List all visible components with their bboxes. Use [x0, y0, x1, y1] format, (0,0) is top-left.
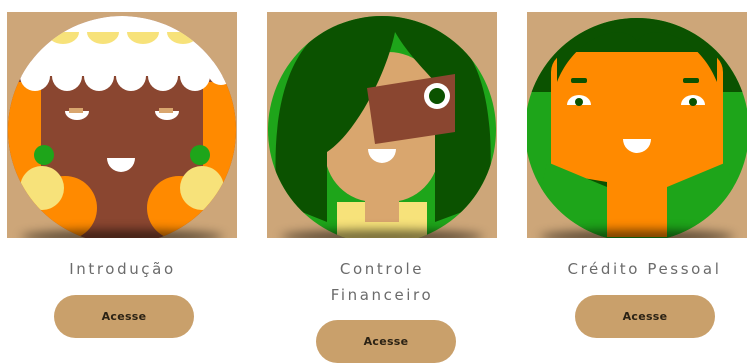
card-title: Crédito Pessoal — [567, 260, 722, 278]
avatar-thumbnail[interactable] — [7, 12, 237, 238]
acesse-button[interactable]: Acesse — [54, 295, 194, 338]
woman-with-green-hair-icon — [527, 12, 747, 238]
card-title: Controle Financeiro — [330, 260, 434, 304]
course-card-introducao: Introdução Acesse — [0, 0, 245, 363]
avatar-thumbnail[interactable] — [527, 12, 747, 238]
acesse-button[interactable]: Acesse — [575, 295, 715, 338]
course-card-controle-financeiro: Controle Financeiro Acesse — [245, 0, 497, 363]
avatar-thumbnail[interactable] — [267, 12, 497, 238]
course-card-credito-pessoal: Crédito Pessoal Acesse — [497, 0, 747, 363]
acesse-button[interactable]: Acesse — [316, 320, 456, 363]
woman-with-eyepatch-icon — [267, 12, 497, 238]
course-cards: Introdução Acesse Controle Financeiro Ac… — [0, 0, 747, 363]
woman-with-headwrap-icon — [7, 12, 237, 238]
card-title: Introdução — [69, 260, 176, 278]
